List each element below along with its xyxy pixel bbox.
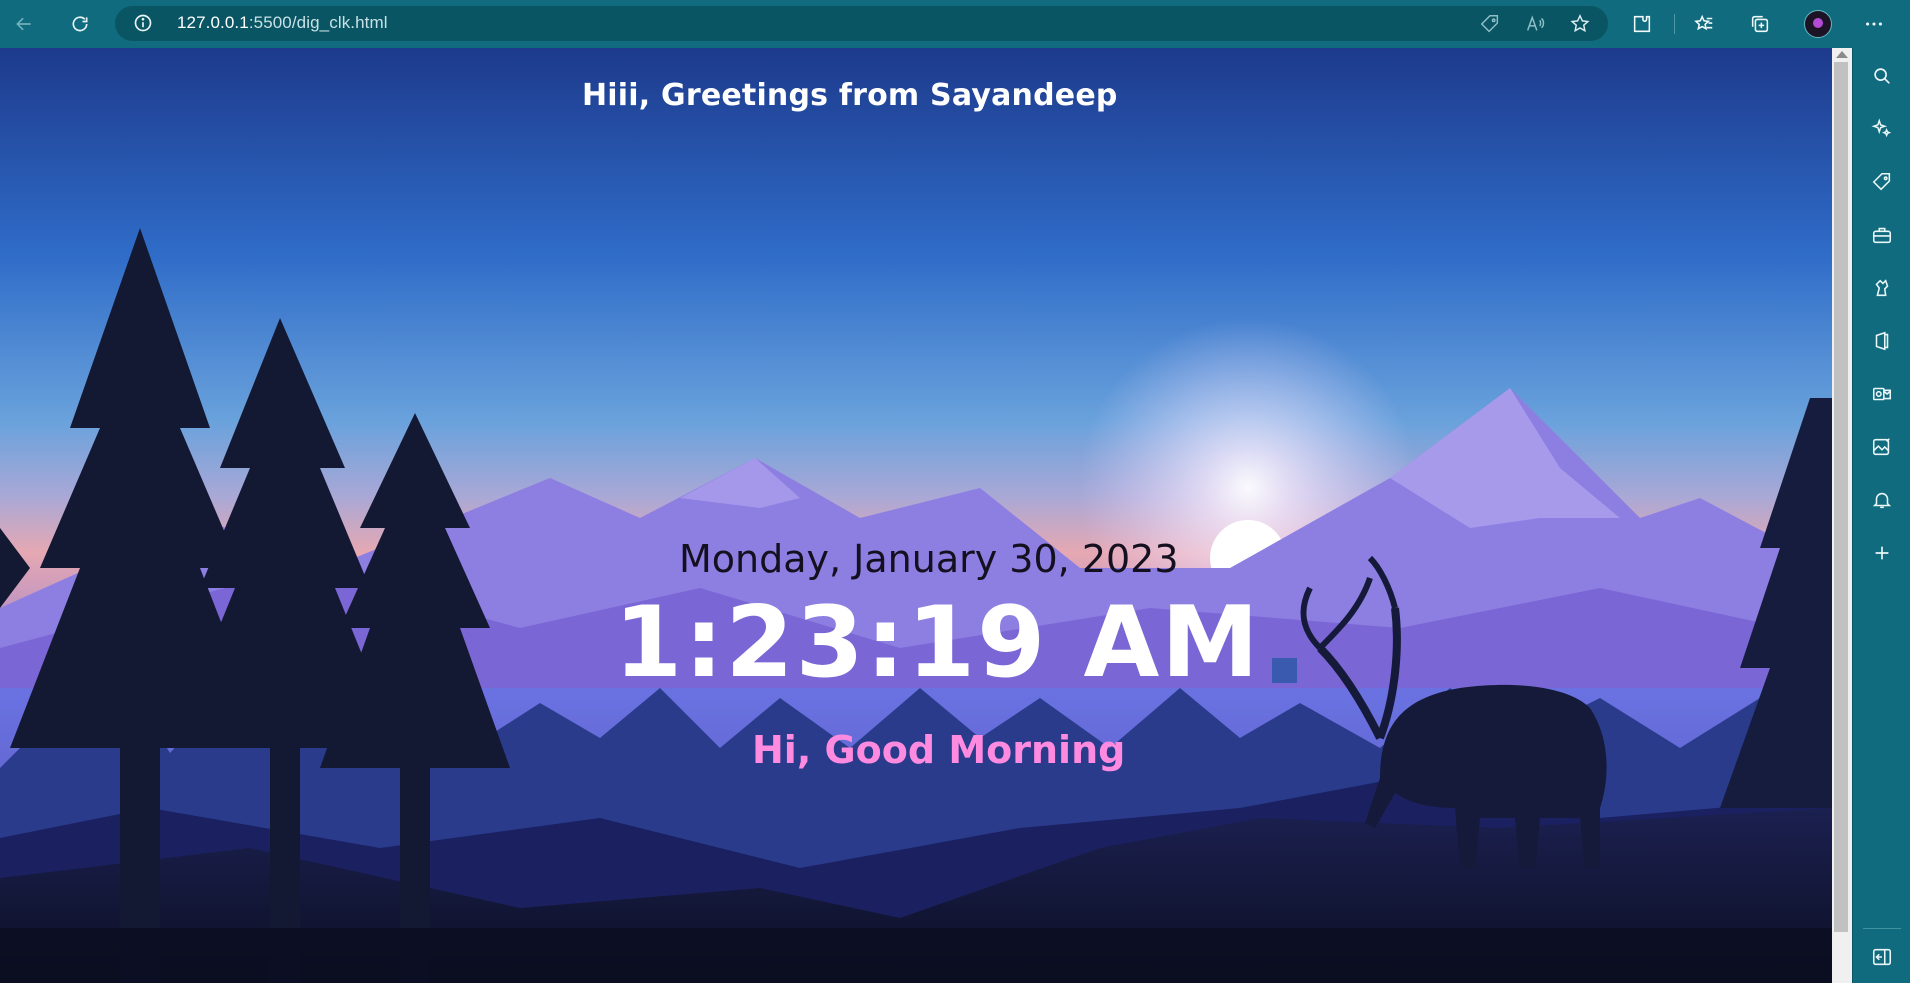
shopping-tag-icon[interactable]	[1870, 170, 1894, 194]
refresh-icon[interactable]	[66, 10, 94, 38]
bell-icon[interactable]	[1870, 488, 1894, 512]
add-icon[interactable]	[1870, 541, 1894, 565]
favorites-icon[interactable]	[1690, 10, 1718, 38]
add-favorite-icon[interactable]	[1569, 13, 1591, 35]
tools-icon[interactable]	[1870, 223, 1894, 247]
hide-sidebar-icon[interactable]	[1870, 945, 1894, 969]
browser-toolbar: 127.0.0.1:5500/dig_clk.html	[0, 0, 1910, 48]
office-icon[interactable]	[1870, 329, 1894, 353]
info-icon[interactable]	[133, 13, 153, 33]
url-host: 127.0.0.1	[177, 13, 249, 32]
more-icon[interactable]	[1860, 10, 1888, 38]
avatar[interactable]	[1804, 10, 1832, 38]
collections-icon[interactable]	[1746, 10, 1774, 38]
sidebar-divider	[1863, 928, 1901, 929]
good-morning-message: Hi, Good Morning	[752, 728, 1126, 772]
clock-time: 1:23:19 AM	[614, 586, 1261, 700]
indicator-square	[1272, 658, 1297, 683]
url-text[interactable]: 127.0.0.1:5500/dig_clk.html	[177, 13, 388, 33]
back-arrow-icon[interactable]	[10, 10, 38, 38]
scrollbar-thumb[interactable]	[1834, 62, 1848, 932]
scroll-up-arrow-icon[interactable]	[1836, 51, 1848, 58]
copilot-icon[interactable]	[1870, 117, 1894, 141]
browser-sidebar	[1852, 48, 1910, 983]
toolbar-divider	[1674, 14, 1675, 34]
search-icon[interactable]	[1870, 64, 1894, 88]
landscape-background	[0, 48, 1832, 983]
page-scrollbar[interactable]	[1832, 48, 1852, 983]
tag-icon[interactable]	[1479, 13, 1501, 35]
greeting-heading: Hiii, Greetings from Sayandeep	[582, 78, 1118, 113]
page-viewport: Hiii, Greetings from Sayandeep Monday, J…	[0, 48, 1832, 983]
date-display: Monday, January 30, 2023	[679, 537, 1179, 581]
image-creator-icon[interactable]	[1870, 435, 1894, 459]
address-bar[interactable]: 127.0.0.1:5500/dig_clk.html	[115, 6, 1608, 41]
read-aloud-icon[interactable]	[1524, 13, 1546, 35]
url-path: :5500/dig_clk.html	[248, 13, 388, 32]
extensions-icon[interactable]	[1628, 10, 1656, 38]
games-icon[interactable]	[1870, 276, 1894, 300]
outlook-icon[interactable]	[1870, 382, 1894, 406]
